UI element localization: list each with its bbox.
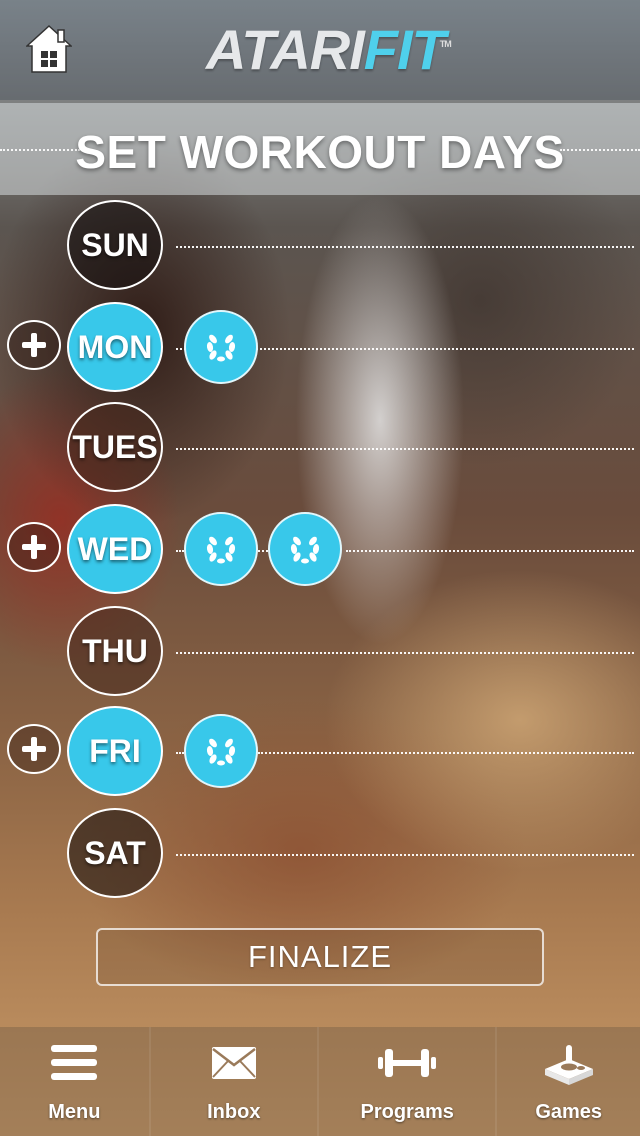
row-divider (176, 246, 634, 248)
row-divider-short (176, 550, 184, 552)
day-button-sun[interactable]: SUN (67, 200, 163, 290)
tab-programs[interactable]: Programs (319, 1027, 498, 1136)
day-button-thu[interactable]: THU (67, 606, 163, 696)
menu-icon (51, 1045, 98, 1080)
atarifit-logo: ATARIFIT TM (206, 18, 452, 81)
title-banner: SET WORKOUT DAYS (0, 103, 640, 195)
home-button[interactable] (25, 24, 73, 74)
page-title: SET WORKOUT DAYS (75, 126, 565, 178)
workout-badge[interactable] (184, 714, 258, 788)
day-row-thu: THU (0, 606, 640, 698)
joystick-icon (544, 1045, 593, 1085)
tab-label: Games (535, 1101, 603, 1123)
add-workout-button-fri[interactable] (7, 724, 61, 774)
tab-games[interactable]: Games (497, 1027, 640, 1136)
day-row-fri: FRI (0, 706, 640, 798)
laurel-icon (206, 738, 236, 766)
day-button-fri[interactable]: FRI (67, 706, 163, 796)
day-row-wed: WED (0, 504, 640, 596)
row-divider (258, 752, 634, 754)
laurel-icon (290, 536, 320, 564)
day-row-mon: MON (0, 302, 640, 394)
tab-label: Inbox (207, 1101, 261, 1123)
row-divider (176, 854, 634, 856)
workout-badge[interactable] (268, 512, 342, 586)
envelope-icon (211, 1047, 256, 1079)
workout-badge[interactable] (184, 512, 258, 586)
row-divider (346, 550, 634, 552)
row-divider (176, 448, 634, 450)
tab-label: Menu (48, 1101, 101, 1123)
day-button-wed[interactable]: WED (67, 504, 163, 594)
finalize-button[interactable]: FINALIZE (96, 928, 544, 986)
row-divider-short (258, 550, 268, 552)
home-icon (25, 24, 73, 73)
laurel-icon (206, 334, 236, 362)
row-divider-short (176, 752, 184, 754)
tab-label: Programs (360, 1101, 454, 1123)
add-workout-button-wed[interactable] (7, 522, 61, 572)
day-button-sat[interactable]: SAT (67, 808, 163, 898)
day-row-tues: TUES (0, 402, 640, 494)
tab-inbox[interactable]: Inbox (151, 1027, 320, 1136)
workout-badge[interactable] (184, 310, 258, 384)
day-row-sat: SAT (0, 808, 640, 900)
laurel-icon (206, 536, 236, 564)
day-button-mon[interactable]: MON (67, 302, 163, 392)
day-row-sun: SUN (0, 200, 640, 292)
bottom-tab-bar: Menu Inbox Programs Games (0, 1027, 640, 1136)
add-workout-button-mon[interactable] (7, 320, 61, 370)
top-bar: ATARIFIT TM (0, 0, 640, 100)
row-divider (176, 652, 634, 654)
day-button-tues[interactable]: TUES (67, 402, 163, 492)
dumbbell-icon (378, 1049, 437, 1077)
tab-menu[interactable]: Menu (0, 1027, 151, 1136)
